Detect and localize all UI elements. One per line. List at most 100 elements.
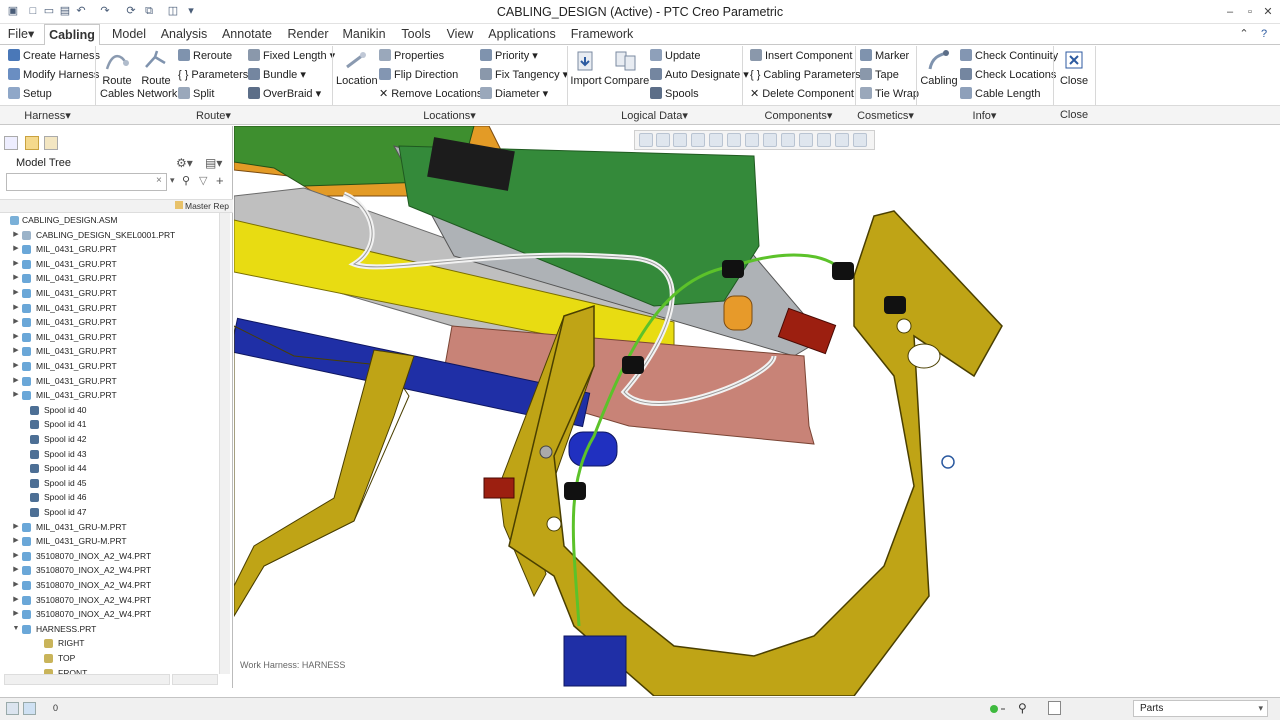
fix-tangency-button[interactable]: Fix Tangency ▾	[480, 68, 568, 82]
cabling-info-button[interactable]: Cabling	[920, 49, 958, 88]
expand-icon[interactable]: ▶	[12, 301, 20, 315]
reorient-icon[interactable]	[709, 133, 723, 147]
tape-button[interactable]: Tape	[860, 68, 899, 82]
auto-designate-button[interactable]: Auto Designate ▾	[650, 68, 749, 82]
expand-icon[interactable]: ▶	[12, 593, 20, 607]
close-button[interactable]: Close	[1058, 49, 1090, 88]
location-button[interactable]: Location	[336, 49, 378, 88]
spools-button[interactable]: Spools	[650, 87, 699, 101]
overbraid-button[interactable]: OverBraid ▾	[248, 87, 321, 101]
group-info[interactable]: Info▾	[916, 109, 1053, 122]
browser-toggle-icon[interactable]	[23, 702, 36, 715]
minimize-ribbon-icon[interactable]: ⌃	[1236, 26, 1252, 42]
tab-model[interactable]: Model	[108, 24, 150, 45]
zoom-in-icon[interactable]	[656, 133, 670, 147]
priority-button[interactable]: Priority ▾	[480, 49, 538, 63]
tree-horizontal-scrollbar[interactable]	[4, 674, 170, 685]
insert-component-button[interactable]: Insert Component	[750, 49, 852, 63]
tab-framework[interactable]: Framework	[566, 24, 638, 45]
compare-button[interactable]: Compare	[604, 49, 649, 88]
navigator-toggle-icon[interactable]	[6, 702, 19, 715]
diameter-button[interactable]: Diameter ▾	[480, 87, 548, 101]
datum-display-icon[interactable]	[781, 133, 795, 147]
bundle-button[interactable]: Bundle ▾	[248, 68, 306, 82]
setup-button[interactable]: Setup	[8, 87, 52, 101]
folder-browser-tab-icon[interactable]	[25, 136, 39, 150]
clear-search-icon[interactable]: ×	[156, 175, 162, 186]
search-dropdown-icon[interactable]: ▾	[170, 175, 175, 186]
tab-tools[interactable]: Tools	[396, 24, 436, 45]
create-harness-button[interactable]: Create Harness	[8, 49, 100, 63]
group-locations[interactable]: Locations▾	[332, 109, 567, 122]
tab-annotate[interactable]: Annotate	[219, 24, 275, 45]
graphics-window[interactable]: Work Harness: HARNESS	[234, 126, 1280, 696]
expand-icon[interactable]: ▶	[12, 228, 20, 242]
check-continuity-button[interactable]: Check Continuity	[960, 49, 1058, 63]
repaint-icon[interactable]	[691, 133, 705, 147]
remove-locations-button[interactable]: ✕ Remove Locations	[379, 87, 482, 101]
minimize-icon[interactable]: –	[1222, 4, 1238, 20]
update-button[interactable]: Update	[650, 49, 700, 63]
expand-icon[interactable]: ▶	[12, 374, 20, 388]
tab-cabling[interactable]: Cabling	[44, 24, 100, 46]
model-view[interactable]	[234, 126, 1280, 696]
refit-icon[interactable]	[639, 133, 653, 147]
expand-icon[interactable]: ▶	[12, 242, 20, 256]
parameters-button[interactable]: { } Parameters	[178, 68, 248, 82]
tree-settings-icon[interactable]: ⚙▾	[176, 156, 193, 170]
column-scrollbar[interactable]	[172, 674, 218, 685]
collapse-icon[interactable]: ▼	[12, 622, 20, 636]
modify-harness-button[interactable]: Modify Harness	[8, 68, 99, 82]
expand-icon[interactable]: ▶	[12, 549, 20, 563]
route-cables-button[interactable]: Route Cables	[100, 49, 134, 101]
filter-icon[interactable]: ▽	[199, 174, 207, 187]
spin-center-icon[interactable]	[799, 133, 813, 147]
find-icon[interactable]: ⚲	[182, 174, 190, 187]
tab-applications[interactable]: Applications	[484, 24, 560, 45]
group-route[interactable]: Route▾	[95, 109, 332, 122]
model-tree-tab-icon[interactable]	[4, 136, 18, 150]
delete-component-button[interactable]: ✕ Delete Component	[750, 87, 854, 101]
view-manager-icon[interactable]	[763, 133, 777, 147]
zoom-out-icon[interactable]	[673, 133, 687, 147]
properties-button[interactable]: Properties	[379, 49, 444, 63]
expand-icon[interactable]: ▶	[12, 563, 20, 577]
reroute-button[interactable]: Reroute	[178, 49, 232, 63]
split-button[interactable]: Split	[178, 87, 214, 101]
expand-icon[interactable]: ▶	[12, 257, 20, 271]
expand-icon[interactable]: ▶	[12, 286, 20, 300]
tree-vertical-scrollbar[interactable]	[219, 213, 230, 674]
marker-button[interactable]: Marker	[860, 49, 909, 63]
expand-icon[interactable]: ▶	[12, 344, 20, 358]
expand-icon[interactable]: ▶	[12, 359, 20, 373]
import-button[interactable]: Import	[570, 49, 602, 88]
group-cosmetics[interactable]: Cosmetics▾	[855, 109, 916, 122]
expand-icon[interactable]: ▶	[12, 607, 20, 621]
cable-display-icon[interactable]	[835, 133, 849, 147]
annotation-display-icon[interactable]	[817, 133, 831, 147]
group-harness[interactable]: Harness▾	[0, 109, 95, 122]
display-style-icon[interactable]	[745, 133, 759, 147]
tab-render[interactable]: Render	[284, 24, 332, 45]
selection-icon[interactable]	[1048, 701, 1061, 715]
tie-wrap-button[interactable]: Tie Wrap	[860, 87, 919, 101]
tree-search-input[interactable]	[6, 173, 167, 191]
expand-icon[interactable]: ▶	[12, 330, 20, 344]
tab-analysis[interactable]: Analysis	[158, 24, 210, 45]
expand-icon[interactable]: ▶	[12, 271, 20, 285]
group-logical-data[interactable]: Logical Data▾	[567, 109, 742, 122]
expand-icon[interactable]: ▶	[12, 388, 20, 402]
check-locations-button[interactable]: Check Locations	[960, 68, 1056, 82]
flip-direction-button[interactable]: Flip Direction	[379, 68, 458, 82]
expand-icon[interactable]: ▶	[12, 520, 20, 534]
thick-cables-icon[interactable]	[853, 133, 867, 147]
tab-manikin[interactable]: Manikin	[340, 24, 388, 45]
close-app-icon[interactable]: ✕	[1260, 4, 1276, 20]
find-icon[interactable]: ⚲	[1018, 701, 1027, 715]
help-icon[interactable]: ?	[1256, 26, 1272, 42]
tree-show-icon[interactable]: ▤▾	[205, 156, 222, 170]
group-components[interactable]: Components▾	[742, 109, 855, 122]
tab-file[interactable]: File▾	[4, 24, 38, 45]
cable-length-button[interactable]: Cable Length	[960, 87, 1040, 101]
cabling-parameters-button[interactable]: { } Cabling Parameters	[750, 68, 861, 82]
